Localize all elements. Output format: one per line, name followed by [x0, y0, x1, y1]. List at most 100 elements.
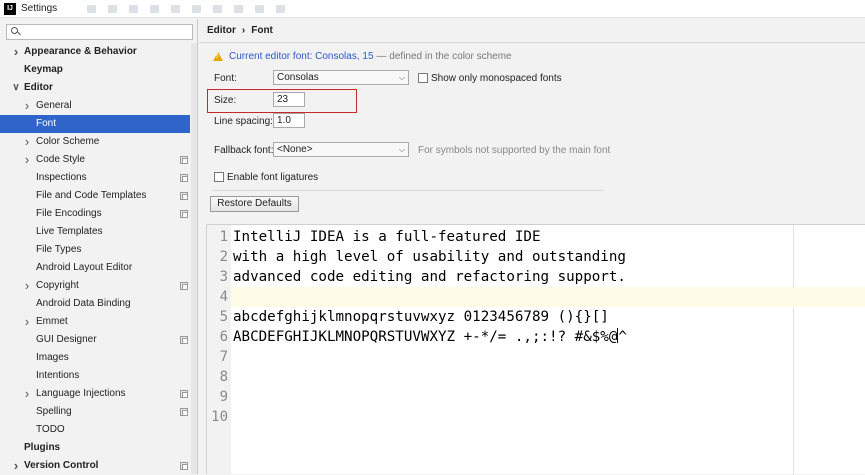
- code-line: ABCDEFGHIJKLMNOPQRSTUVWXYZ +-*/= .,;:!? …: [231, 327, 865, 347]
- notice-text: — defined in the color scheme: [376, 51, 512, 62]
- sidebar-item-todo[interactable]: TODO: [0, 421, 190, 439]
- font-preview-editor[interactable]: 1 2 3 4 5 6 7 8 9 10 IntelliJ IDEA is a full-feat…: [206, 224, 865, 475]
- sidebar-item-appearance-behavior[interactable]: › Appearance & Behavior: [0, 43, 190, 61]
- sidebar-item-version-control[interactable]: › Version Control: [0, 457, 190, 475]
- sidebar-item-label: Emmet: [36, 316, 68, 327]
- breadcrumb: Editor › Font: [207, 25, 273, 36]
- sidebar-item-file-types[interactable]: File Types: [0, 241, 190, 259]
- size-highlight-annotation: [207, 89, 357, 113]
- sidebar-item-live-templates[interactable]: Live Templates: [0, 223, 190, 241]
- sidebar-item-plugins[interactable]: Plugins: [0, 439, 190, 457]
- chevron-down-icon: ⌵: [398, 73, 405, 82]
- settings-sidebar: › Appearance & Behavior Keymap ∨ Editor › Gene…: [0, 19, 198, 474]
- sidebar-item-label: Spelling: [36, 406, 72, 417]
- current-font-link[interactable]: Current editor font: Consolas, 15: [229, 51, 374, 62]
- line-number: 9: [219, 389, 228, 405]
- sidebar-item-label: Font: [36, 118, 57, 129]
- code-line: advanced code editing and refactoring su…: [231, 267, 865, 287]
- sidebar-item-android-layout-editor[interactable]: Android Layout Editor: [0, 259, 190, 277]
- chevron-down-icon[interactable]: ∨: [11, 79, 21, 97]
- code-line-text: ABCDEFGHIJKLMNOPQRSTUVWXYZ +-*/= .,;:!? …: [233, 329, 618, 345]
- sidebar-item-copyright[interactable]: › Copyright: [0, 277, 190, 295]
- sidebar-item-label: Android Data Binding: [36, 298, 131, 309]
- chevron-right-icon[interactable]: ›: [22, 151, 32, 169]
- line-number: 5: [219, 309, 228, 325]
- code-line-text: with a high level of usability and outst…: [233, 249, 626, 265]
- sidebar-item-code-style[interactable]: › Code Style: [0, 151, 190, 169]
- sidebar-scrollbar[interactable]: [191, 43, 197, 474]
- code-line: with a high level of usability and outst…: [231, 247, 865, 267]
- sidebar-item-color-scheme[interactable]: › Color Scheme: [0, 133, 190, 151]
- sidebar-item-emmet[interactable]: › Emmet: [0, 313, 190, 331]
- monospaced-only-checkbox[interactable]: [418, 73, 428, 83]
- breadcrumb-separator: ›: [241, 25, 246, 36]
- chevron-right-icon[interactable]: ›: [11, 457, 21, 475]
- monospaced-only-label: Show only monospaced fonts: [431, 73, 562, 84]
- sidebar-item-label: Version Control: [24, 460, 99, 471]
- project-scope-icon: [180, 408, 188, 416]
- breadcrumb-font: Font: [251, 25, 273, 36]
- font-select[interactable]: Consolas ⌵: [273, 70, 409, 85]
- sidebar-item-label: Language Injections: [36, 388, 126, 399]
- chevron-right-icon[interactable]: ›: [22, 97, 32, 115]
- sidebar-item-gui-designer[interactable]: GUI Designer: [0, 331, 190, 349]
- sidebar-item-android-data-binding[interactable]: Android Data Binding: [0, 295, 190, 313]
- line-spacing-value: 1.0: [277, 115, 291, 126]
- sidebar-item-label: File and Code Templates: [36, 190, 147, 201]
- font-ligatures-label: Enable font ligatures: [227, 172, 319, 183]
- fallback-font-hint: For symbols not supported by the main fo…: [418, 145, 611, 156]
- sidebar-item-label: Keymap: [24, 64, 63, 75]
- sidebar-item-label: File Types: [36, 244, 82, 255]
- sidebar-item-file-and-code-templates[interactable]: File and Code Templates: [0, 187, 190, 205]
- sidebar-item-language-injections[interactable]: › Language Injections: [0, 385, 190, 403]
- font-ligatures-checkbox[interactable]: [214, 172, 224, 182]
- sidebar-item-general[interactable]: › General: [0, 97, 190, 115]
- sidebar-item-file-encodings[interactable]: File Encodings: [0, 205, 190, 223]
- fallback-font-value: <None>: [277, 144, 313, 155]
- line-number-gutter: 1 2 3 4 5 6 7 8 9 10: [207, 225, 231, 475]
- sidebar-item-label: Android Layout Editor: [36, 262, 133, 273]
- font-settings-panel: Editor › Font Current editor font: Conso…: [199, 19, 865, 475]
- font-label: Font:: [214, 73, 237, 84]
- sidebar-item-font[interactable]: Font: [0, 115, 190, 133]
- sidebar-item-editor[interactable]: ∨ Editor: [0, 79, 190, 97]
- sidebar-item-label: Color Scheme: [36, 136, 100, 147]
- chevron-right-icon[interactable]: ›: [22, 313, 32, 331]
- code-line-text: abcdefghijklmnopqrstuvwxyz 0123456789 ()…: [233, 309, 609, 325]
- settings-tree: › Appearance & Behavior Keymap ∨ Editor › Gene…: [0, 43, 190, 475]
- line-number: 4: [219, 289, 228, 305]
- sidebar-item-images[interactable]: Images: [0, 349, 190, 367]
- fallback-font-label: Fallback font:: [214, 145, 274, 156]
- line-spacing-input[interactable]: 1.0: [273, 113, 305, 128]
- chevron-right-icon[interactable]: ›: [22, 385, 32, 403]
- fallback-font-select[interactable]: <None> ⌵: [273, 142, 409, 157]
- color-scheme-notice: Current editor font: Consolas, 15 — defi…: [213, 51, 512, 62]
- project-scope-icon: [180, 156, 188, 164]
- search-icon: [9, 25, 23, 39]
- chevron-right-icon[interactable]: ›: [11, 43, 21, 61]
- window-title: Settings: [21, 3, 58, 14]
- settings-search-input[interactable]: [23, 26, 183, 38]
- project-scope-icon: [180, 390, 188, 398]
- sidebar-item-label: Appearance & Behavior: [24, 46, 137, 57]
- header-divider: [199, 42, 865, 43]
- code-line-text: IntelliJ IDEA is a full-featured IDE: [233, 229, 541, 245]
- line-number: 7: [219, 349, 228, 365]
- sidebar-item-label: GUI Designer: [36, 334, 97, 345]
- code-line-current: [231, 287, 865, 307]
- restore-defaults-button[interactable]: Restore Defaults: [210, 196, 299, 212]
- sidebar-item-spelling[interactable]: Spelling: [0, 403, 190, 421]
- breadcrumb-editor[interactable]: Editor: [207, 25, 236, 36]
- project-scope-icon: [180, 192, 188, 200]
- chevron-right-icon[interactable]: ›: [22, 277, 32, 295]
- sidebar-item-keymap[interactable]: Keymap: [0, 61, 190, 79]
- sidebar-item-label: General: [36, 100, 72, 111]
- chevron-right-icon[interactable]: ›: [22, 133, 32, 151]
- settings-search-box[interactable]: [6, 24, 193, 40]
- sidebar-item-label: Intentions: [36, 370, 80, 381]
- warning-icon: [213, 52, 223, 61]
- sidebar-item-intentions[interactable]: Intentions: [0, 367, 190, 385]
- code-line: IntelliJ IDEA is a full-featured IDE: [231, 227, 865, 247]
- sidebar-item-inspections[interactable]: Inspections: [0, 169, 190, 187]
